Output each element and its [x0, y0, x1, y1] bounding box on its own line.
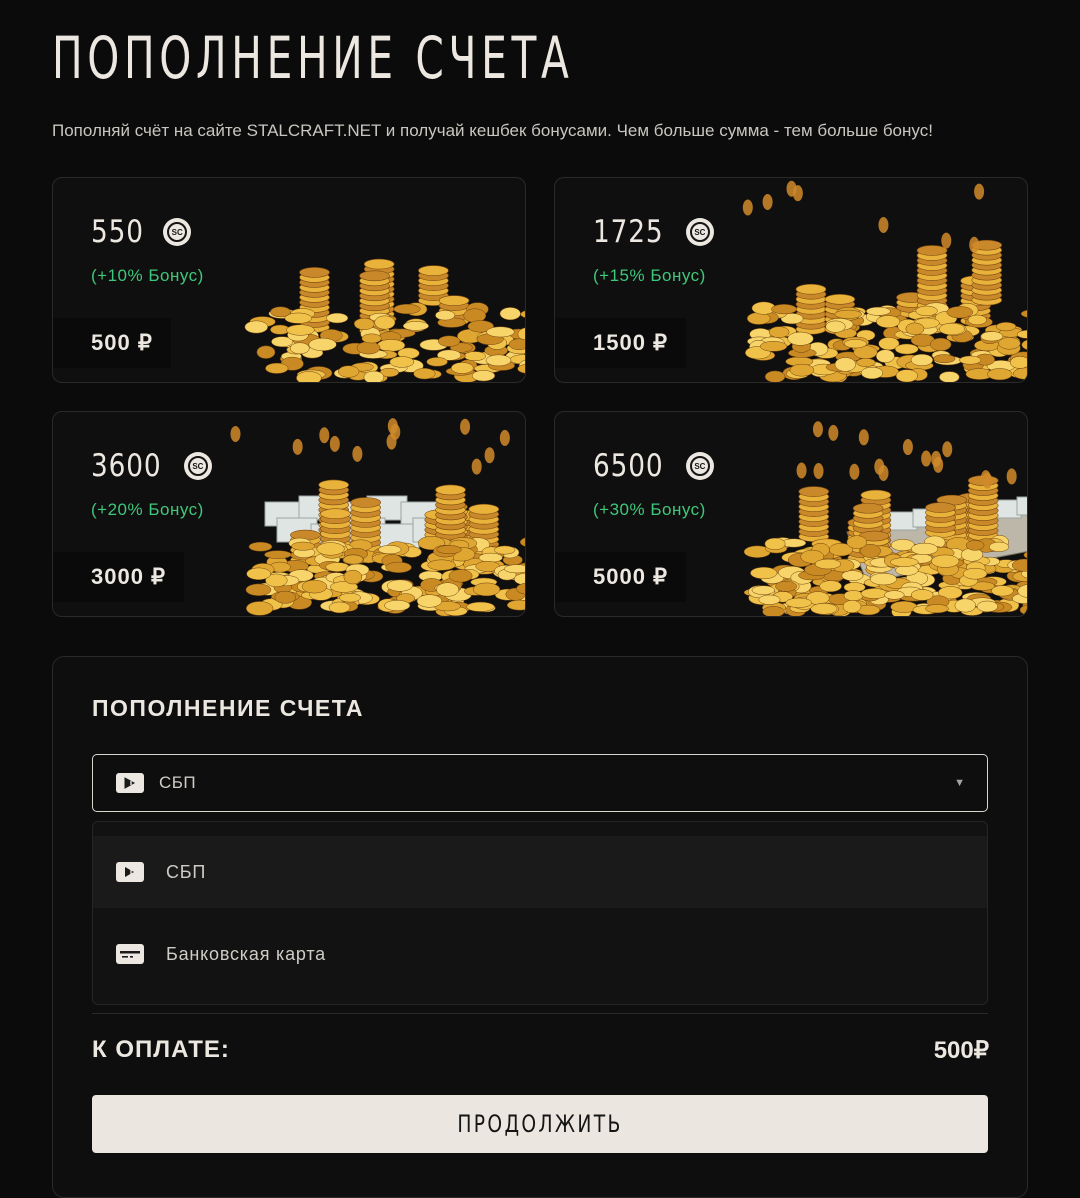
payment-option-sbp[interactable]: СБП: [93, 836, 987, 908]
pack-bonus: (+15% Бонус): [593, 266, 706, 285]
pack-price: 3000 ₽: [53, 552, 185, 602]
pack-bonus: (+30% Бонус): [593, 500, 706, 519]
pack-amount: 550: [91, 214, 144, 250]
payment-method-dropdown: СБП Банковская карта: [92, 821, 988, 1005]
payment-option-label: Банковская карта: [166, 943, 326, 964]
payment-option-bank-card[interactable]: Банковская карта: [93, 918, 987, 990]
pack-price: 500 ₽: [53, 318, 171, 368]
coins-and-cash-image: [230, 418, 525, 616]
pack-price: 5000 ₽: [555, 552, 687, 602]
bank-card-icon: [116, 944, 144, 964]
pack-bonus: (+10% Бонус): [91, 266, 204, 285]
divider: [92, 1013, 988, 1014]
pack-amount: 3600: [91, 448, 162, 484]
pack-card-3600[interactable]: 3600 SC (+20% Бонус) 3000 ₽: [52, 411, 526, 617]
chevron-down-icon: ▼: [954, 777, 965, 789]
continue-button[interactable]: ПРОДОЛЖИТЬ: [92, 1095, 988, 1153]
sbp-icon: [116, 862, 144, 882]
total-label: К ОПЛАТЕ:: [92, 1036, 230, 1063]
pack-amount: 6500: [593, 448, 664, 484]
coins-and-crate-image: [743, 421, 1027, 616]
payment-panel: ПОПОЛНЕНИЕ СЧЕТА СБП ▼ СБП Банковская ка…: [52, 656, 1028, 1198]
pack-card-550[interactable]: 550 SC (+10% Бонус) 500 ₽: [52, 177, 526, 383]
sc-coin-icon: SC: [183, 452, 212, 480]
pack-bonus: (+20% Бонус): [91, 500, 204, 519]
page-subtitle: Пополняй счёт на сайте STALCRAFT.NET и п…: [52, 121, 933, 140]
pack-card-1725[interactable]: 1725 SC (+15% Бонус) 1500 ₽: [554, 177, 1028, 383]
sc-coin-icon: SC: [685, 452, 714, 480]
sc-coin-icon: SC: [163, 218, 192, 246]
payment-method-selected: СБП: [159, 773, 197, 792]
pack-amount: 1725: [593, 214, 664, 250]
coins-pile-image: [244, 258, 525, 382]
packs-grid: 550 SC (+10% Бонус) 500 ₽ 1725 SC (+15% …: [52, 177, 1028, 617]
payment-title: ПОПОЛНЕНИЕ СЧЕТА: [92, 695, 364, 721]
payment-option-label: СБП: [166, 861, 207, 882]
total-value: 500₽: [933, 1037, 989, 1064]
pack-card-6500[interactable]: 6500 SC (+30% Бонус) 5000 ₽: [554, 411, 1028, 617]
sbp-icon: [116, 773, 144, 793]
payment-method-select[interactable]: СБП ▼: [92, 754, 988, 812]
coins-pile-image: [742, 180, 1027, 382]
sc-coin-icon: SC: [685, 218, 714, 246]
continue-button-label: ПРОДОЛЖИТЬ: [457, 1110, 623, 1138]
pack-price: 1500 ₽: [555, 318, 687, 368]
page-title: ПОПОЛНЕНИЕ СЧЕТА: [52, 24, 574, 92]
